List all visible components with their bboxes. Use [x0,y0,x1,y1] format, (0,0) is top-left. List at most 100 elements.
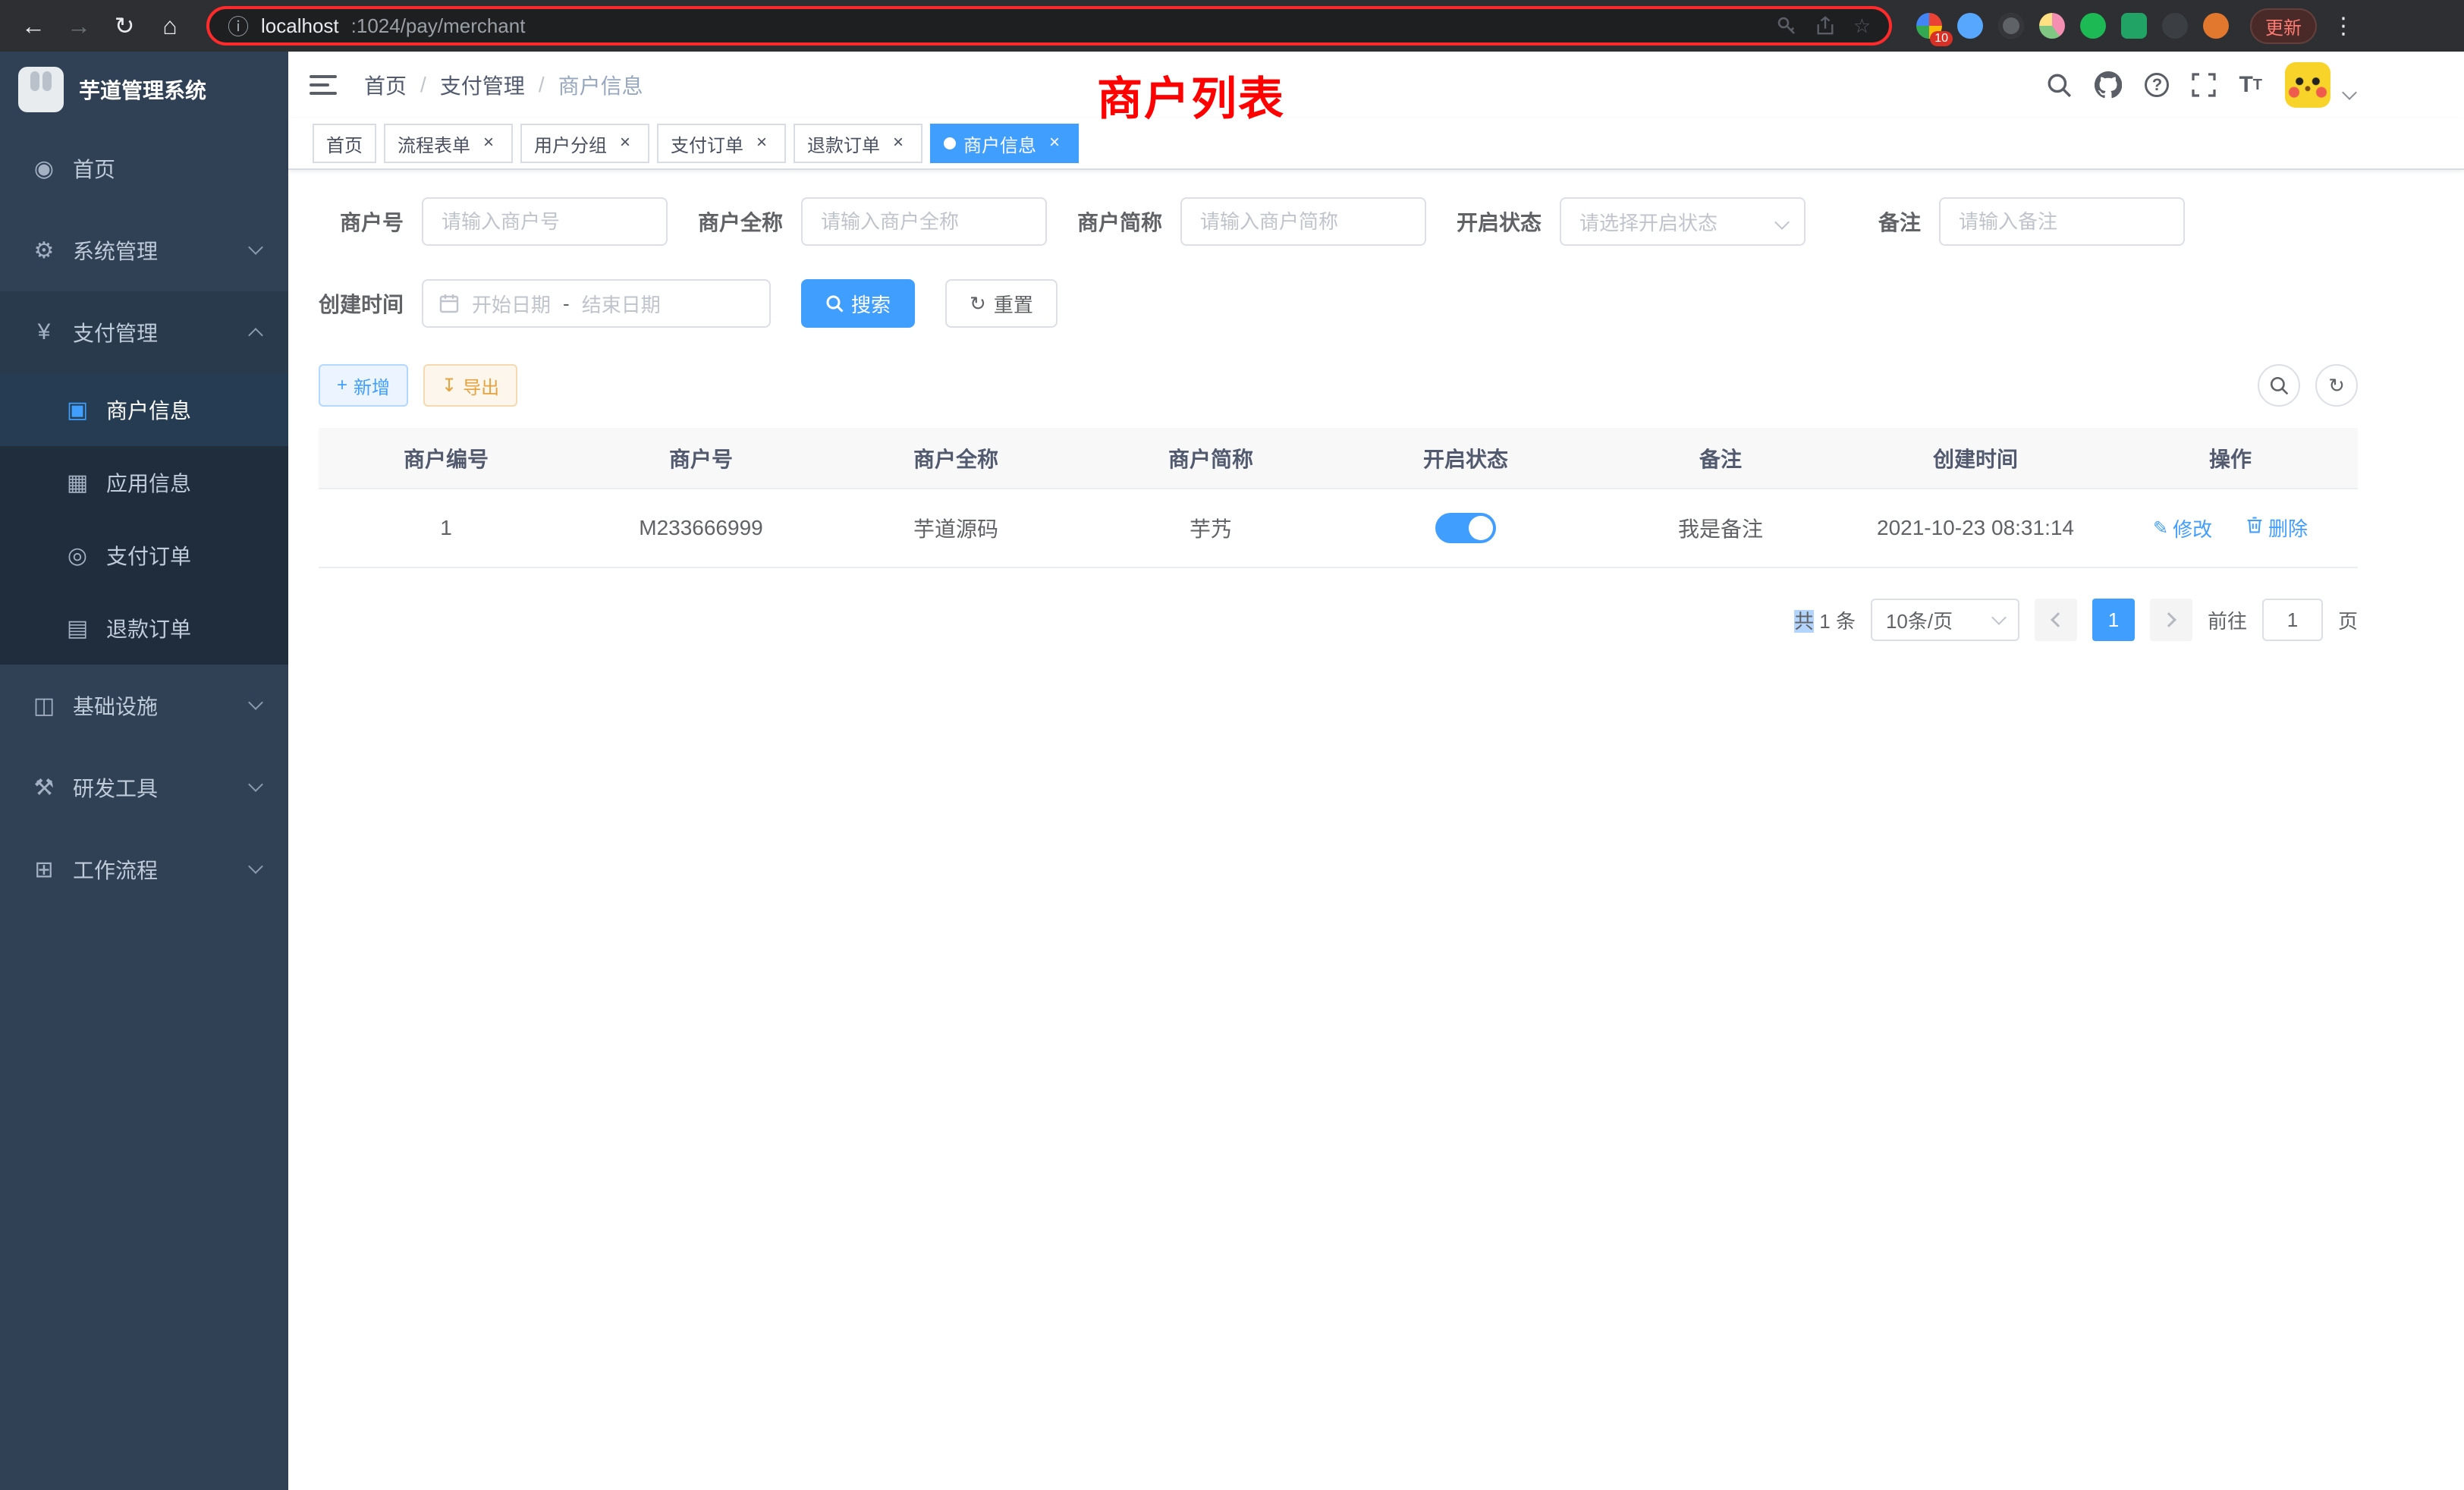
browser-forward-button[interactable]: → [58,5,100,47]
close-icon[interactable]: × [751,133,772,154]
password-key-icon[interactable] [1776,15,1797,36]
extension-icon[interactable] [1957,13,1983,39]
sidebar-item-refund-order[interactable]: ▤ 退款订单 [0,592,288,665]
close-icon[interactable]: × [614,133,636,154]
close-icon[interactable]: × [1044,133,1065,154]
sidebar-item-label: 研发工具 [73,772,158,803]
document-icon: ▤ [61,615,94,642]
chevron-left-icon [2051,612,2066,627]
close-icon[interactable]: × [478,133,499,154]
tab-merchant-info[interactable]: 商户信息 × [930,124,1079,163]
reset-button[interactable]: ↻ 重置 [945,279,1058,328]
status-toggle[interactable] [1435,513,1496,543]
sidebar-item-label: 基础设施 [73,690,158,721]
edit-pen-icon: ✎ [2153,517,2168,539]
sidebar-item-pay-order[interactable]: ◎ 支付订单 [0,519,288,592]
sidebar-item-dev-tools[interactable]: ⚒ 研发工具 [0,747,288,828]
remark-label: 备注 [1836,206,1939,237]
browser-back-button[interactable]: ← [12,5,55,47]
sidebar-item-merchant-info[interactable]: ▣ 商户信息 [0,373,288,446]
next-page-button[interactable] [2150,599,2192,641]
col-full-name: 商户全称 [828,428,1083,489]
tab-user-group[interactable]: 用户分组 × [520,124,649,163]
sidebar-toggle-icon[interactable] [310,75,337,95]
screen: ← → ↻ ⌂ ⓘ localhost:1024/pay/merchant ☆ … [0,0,2464,1490]
status-select[interactable]: 请选择开启状态 [1560,197,1806,246]
tab-label: 支付订单 [671,130,743,157]
chevron-up-icon [248,328,263,343]
search-icon[interactable] [2046,72,2072,98]
extension-icon[interactable]: 10 [1916,13,1942,39]
breadcrumb-separator: / [539,73,545,97]
extension-icon[interactable] [2203,13,2229,39]
refresh-table-button[interactable]: ↻ [2315,364,2358,407]
tab-pay-order[interactable]: 支付订单 × [657,124,786,163]
sidebar-item-infrastructure[interactable]: ◫ 基础设施 [0,665,288,747]
browser-extensions: 10 [1916,13,2229,39]
sidebar-item-payment[interactable]: ¥ 支付管理 [0,291,288,373]
tab-label: 商户信息 [963,130,1036,157]
share-icon[interactable] [1815,15,1835,36]
cell-status [1338,489,1593,567]
status-label: 开启状态 [1457,206,1560,237]
sidebar-item-label: 系统管理 [73,235,158,266]
cell-create-time: 2021-10-23 08:31:14 [1848,489,2103,567]
full-name-input[interactable] [801,197,1047,246]
extension-icon[interactable] [1998,13,2024,39]
sidebar-item-label: 支付管理 [73,317,158,347]
avatar-dropdown-icon[interactable] [2342,85,2357,100]
merchant-no-input[interactable] [422,197,668,246]
github-icon[interactable] [2095,71,2122,99]
goto-page-input[interactable] [2262,599,2323,641]
col-status: 开启状态 [1338,428,1593,489]
sidebar-item-app-info[interactable]: ▦ 应用信息 [0,446,288,519]
breadcrumb-home[interactable]: 首页 [364,70,407,100]
browser-menu-icon[interactable]: ⋮ [2332,13,2355,39]
sidebar-item-system[interactable]: ⚙ 系统管理 [0,209,288,291]
browser-update-button[interactable]: 更新 [2250,8,2317,44]
prev-page-button[interactable] [2035,599,2077,641]
plus-icon: + [337,375,347,396]
font-size-icon[interactable]: TT [2239,72,2262,98]
add-button[interactable]: + 新增 [319,364,408,407]
tab-process-form[interactable]: 流程表单 × [384,124,513,163]
toggle-search-button[interactable] [2258,364,2300,407]
download-icon: ↧ [442,375,457,397]
short-name-input[interactable] [1180,197,1426,246]
pagination: 共 1 条 10条/页 1 前往 页 [319,599,2358,641]
sidebar-item-workflow[interactable]: ⊞ 工作流程 [0,828,288,910]
bookmark-star-icon[interactable]: ☆ [1853,14,1871,38]
cell-short-name: 芋艿 [1083,489,1338,567]
sidebar-item-label: 商户信息 [106,395,191,425]
cell-merchant-no: M233666999 [574,489,828,567]
breadcrumb-payment[interactable]: 支付管理 [440,70,525,100]
extension-icon[interactable] [2162,13,2188,39]
page-1-button[interactable]: 1 [2092,599,2135,641]
create-time-range-picker[interactable]: 开始日期 - 结束日期 [422,279,771,328]
help-icon[interactable]: ? [2145,73,2169,97]
export-button[interactable]: ↧ 导出 [423,364,517,407]
url-bar[interactable]: ⓘ localhost:1024/pay/merchant ☆ [206,6,1892,46]
edit-link[interactable]: ✎ 修改 [2153,514,2212,542]
extension-icon[interactable] [2080,13,2106,39]
user-avatar[interactable] [2285,62,2330,108]
col-actions: 操作 [2103,428,2358,489]
remark-input[interactable] [1939,197,2185,246]
site-info-icon[interactable]: ⓘ [228,11,249,41]
close-icon[interactable]: × [888,133,909,154]
end-date-placeholder: 结束日期 [582,290,661,318]
browser-toolbar: ← → ↻ ⌂ ⓘ localhost:1024/pay/merchant ☆ … [0,0,2464,52]
export-button-label: 导出 [463,372,499,399]
search-button[interactable]: 搜索 [801,279,915,328]
delete-link[interactable]: 删除 [2246,514,2308,542]
profile-avatar-icon[interactable] [2039,13,2065,39]
fullscreen-icon[interactable] [2192,73,2216,97]
sidebar-item-home[interactable]: ◉ 首页 [0,127,288,209]
browser-reload-button[interactable]: ↻ [103,5,146,47]
extension-icon[interactable] [2121,13,2147,39]
browser-home-button[interactable]: ⌂ [149,5,191,47]
page-size-select[interactable]: 10条/页 [1871,599,2019,641]
chevron-down-icon [248,859,263,874]
tab-home[interactable]: 首页 [313,124,376,163]
tab-refund-order[interactable]: 退款订单 × [794,124,922,163]
